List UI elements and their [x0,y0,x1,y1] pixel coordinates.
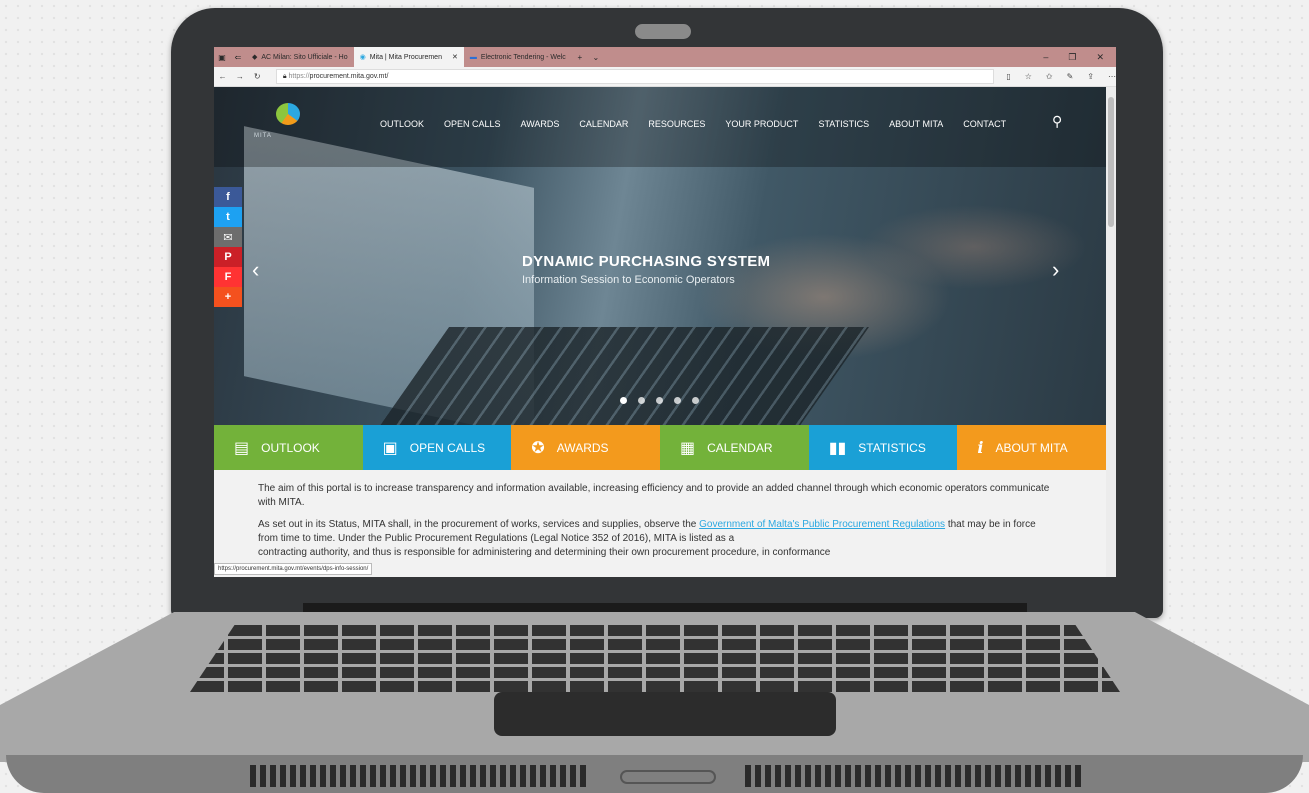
drive-slot [620,770,716,784]
tile-outlook[interactable]: ▤ OUTLOOK [214,425,363,470]
main-nav: OUTLOOK OPEN CALLS AWARDS CALENDAR RESOU… [380,119,1006,129]
chevron-left-icon[interactable]: ‹ [252,257,259,283]
favorite-star-icon[interactable]: ☆ [1025,72,1032,81]
quick-links: ▤ OUTLOOK ▣ OPEN CALLS ✪ AWARDS ▦ CALEND… [214,425,1107,470]
slider-dot[interactable] [674,397,681,404]
more-share-icon[interactable]: + [214,287,242,307]
tile-open-calls[interactable]: ▣ OPEN CALLS [362,425,512,470]
intro-paragraph-1: The aim of this portal is to increase tr… [258,483,1050,508]
nav-your-product[interactable]: YOUR PRODUCT [725,119,798,129]
twitter-icon[interactable]: t [214,207,242,227]
new-tab-icon[interactable]: + [572,53,588,62]
browser-tab-bar: ▣ ⇐ ◆ AC Milan: Sito Ufficiale - Ho ◉ Mi… [214,47,1116,67]
slider-dot[interactable] [620,397,627,404]
screen: ▣ ⇐ ◆ AC Milan: Sito Ufficiale - Ho ◉ Mi… [214,47,1116,577]
slider-dot[interactable] [656,397,663,404]
reading-view-icon[interactable]: ▯ [1006,72,1010,81]
logo-mark-icon [276,103,300,125]
address-bar-row: ← → ↻ 🔒︎ https://procurement.mita.gov.mt… [214,67,1116,87]
info-icon: i [977,438,984,457]
nav-outlook[interactable]: OUTLOOK [380,119,424,129]
bar-chart-icon: ▮▮ [828,439,847,457]
restore-icon[interactable]: ❐ [1068,52,1076,63]
favicon-icon: ◆ [252,54,258,61]
nav-resources[interactable]: RESOURCES [648,119,705,129]
hero-title[interactable]: DYNAMIC PURCHASING SYSTEM [522,253,770,270]
minimize-icon[interactable]: – [1043,52,1048,63]
url-field[interactable]: 🔒︎ https://procurement.mita.gov.mt/ [275,69,995,84]
nav-about-mita[interactable]: ABOUT MITA [889,119,943,129]
tab-etendering[interactable]: ▬ Electronic Tendering - Welc [464,47,572,67]
tile-awards[interactable]: ✪ AWARDS [511,425,661,470]
pinterest-icon[interactable]: P [214,247,242,267]
close-window-icon[interactable]: ✕ [1096,52,1104,63]
intro-paragraph-3: contracting authority, and thus is respo… [258,547,831,558]
favorites-icon[interactable]: ✩ [1046,72,1053,81]
keyboard [190,622,1120,692]
social-share-bar: f t ✉ P F + [214,187,242,307]
more-icon[interactable]: ⋯ [1108,72,1116,81]
intro-paragraph-2: As set out in its Status, MITA shall, in… [258,519,1036,544]
nav-calendar[interactable]: CALENDAR [579,119,628,129]
tab-mita[interactable]: ◉ Mita | Mita Procuremen ✕ [353,47,464,67]
hero-slider: MITA OUTLOOK OPEN CALLS AWARDS CALENDAR … [214,87,1106,438]
speaker-grille-left [250,765,590,787]
nav-awards[interactable]: AWARDS [521,119,560,129]
favicon-icon: ◉ [359,54,366,61]
back-icon[interactable]: ← [214,72,231,81]
forward-icon[interactable]: → [231,72,248,81]
chevron-right-icon[interactable]: › [1052,257,1059,283]
award-icon: ✪ [531,439,545,457]
favicon-icon: ▬ [469,53,477,61]
link-status-bar: https://procurement.mita.gov.mt/events/d… [214,563,373,575]
nav-statistics[interactable]: STATISTICS [818,119,869,129]
site-header: MITA OUTLOOK OPEN CALLS AWARDS CALENDAR … [214,87,1106,167]
tile-calendar[interactable]: ▦ CALENDAR [660,425,809,470]
nav-open-calls[interactable]: OPEN CALLS [444,119,501,129]
speaker-grille-right [745,765,1085,787]
refresh-icon[interactable]: ↻ [249,72,266,81]
calendar-icon: ▦ [680,439,696,457]
clipboard-icon: ▤ [234,439,250,457]
facebook-icon[interactable]: f [214,187,242,207]
tile-statistics[interactable]: ▮▮ STATISTICS [808,425,958,470]
intro-content: The aim of this portal is to increase tr… [214,470,1106,577]
chevron-down-icon[interactable]: ⌄ [588,53,604,62]
close-tab-icon[interactable]: ✕ [452,53,458,61]
hero-subtitle[interactable]: Information Session to Economic Operator… [522,274,735,286]
flipboard-icon[interactable]: F [214,267,242,287]
procurement-regulations-link[interactable]: Government of Malta's Public Procurement… [699,519,945,530]
slider-dot[interactable] [692,397,699,404]
pen-icon[interactable]: ✎ [1067,72,1074,81]
tab-acmilan[interactable]: ◆ AC Milan: Sito Ufficiale - Ho [246,47,354,67]
scrollbar-thumb[interactable] [1108,97,1114,227]
email-icon[interactable]: ✉ [214,227,242,247]
slider-dot[interactable] [638,397,645,404]
search-icon[interactable]: ⚲ [1052,113,1062,130]
page-scrollbar[interactable] [1106,87,1116,577]
lock-icon: 🔒︎ [282,72,287,80]
hero-photo-keys [378,327,870,427]
slider-dots [620,397,699,404]
share-icon[interactable]: ⇪ [1087,72,1094,81]
tab-manager-icon[interactable]: ▣ [214,53,230,62]
tile-about-mita[interactable]: i ABOUT MITA [957,425,1107,470]
webcam [635,24,691,39]
page-viewport: MITA OUTLOOK OPEN CALLS AWARDS CALENDAR … [214,87,1116,577]
mita-logo[interactable]: MITA [254,103,318,147]
trackpad [494,692,836,736]
set-aside-tabs-icon[interactable]: ⇐ [230,53,246,62]
inbox-icon: ▣ [382,439,398,457]
nav-contact[interactable]: CONTACT [963,119,1006,129]
